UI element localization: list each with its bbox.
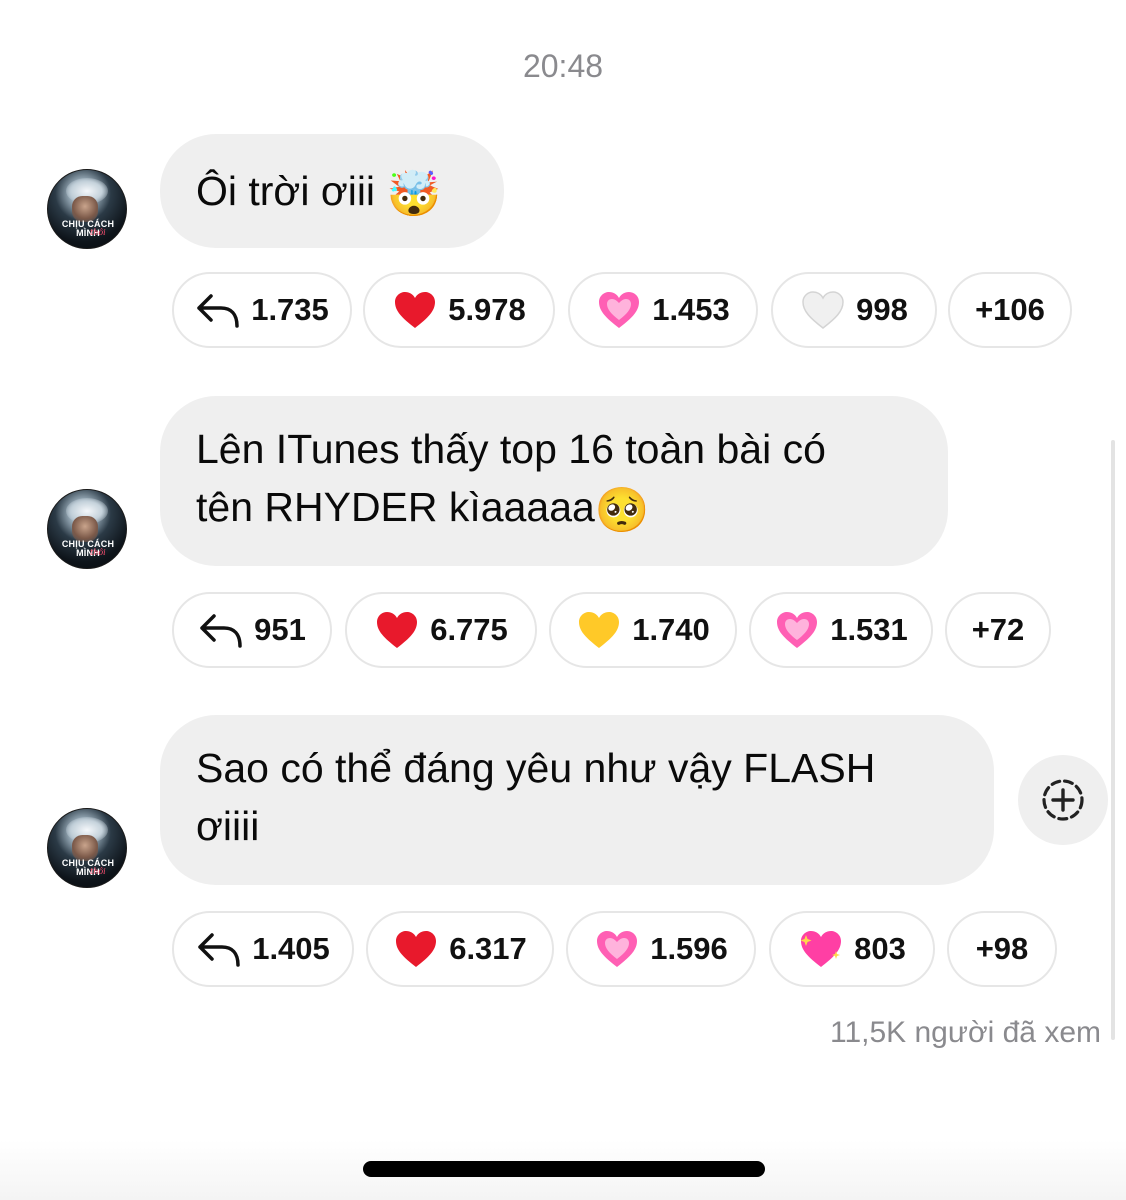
exploding-head-emoji: 🤯: [386, 170, 442, 219]
avatar-script: thôi: [90, 867, 106, 876]
reaction-pill[interactable]: 6.317: [366, 911, 554, 987]
scrollbar[interactable]: [1111, 440, 1115, 1040]
avatar-script: thôi: [90, 548, 106, 557]
pink-heart-icon: [774, 610, 820, 650]
reaction-pill[interactable]: 6.775: [345, 592, 537, 668]
pink-heart-icon: [596, 290, 642, 330]
message-text-line: ơiiii: [196, 803, 260, 849]
message-bubble[interactable]: Lên ITunes thấy top 16 toàn bài có tên R…: [160, 396, 948, 566]
reaction-pill[interactable]: 1.596: [566, 911, 756, 987]
message-text-line: Sao có thể đáng yêu như vậy FLASH: [196, 745, 876, 791]
reply-count-pill[interactable]: 951: [172, 592, 332, 668]
yellow-heart-icon: [576, 610, 622, 650]
white-heart-icon: [800, 290, 846, 330]
red-heart-icon: [393, 929, 439, 969]
seen-count: 11,5K người đã xem: [829, 1016, 1101, 1049]
sparkling-heart-icon: [798, 929, 844, 969]
avatar[interactable]: CHỊU CÁCH MÌNH thôi: [47, 169, 127, 249]
avatar-label: CHỊU CÁCH MÌNH: [61, 539, 115, 558]
timestamp: 20:48: [522, 48, 604, 84]
avatar[interactable]: CHỊU CÁCH MÌNH thôi: [47, 808, 127, 888]
reaction-pill[interactable]: 803: [769, 911, 935, 987]
reaction-pill[interactable]: 998: [771, 272, 937, 348]
reply-icon: [196, 929, 242, 969]
pleading-face-emoji: 🥺: [594, 486, 650, 535]
add-reaction-button[interactable]: [1018, 755, 1108, 845]
thread-view: 20:48 CHỊU CÁCH MÌNH thôi Ôi trời ơiii 🤯 …: [0, 0, 1126, 1200]
red-heart-icon: [374, 610, 420, 650]
home-indicator[interactable]: [363, 1161, 765, 1177]
reaction-pill[interactable]: 1.531: [749, 592, 933, 668]
message-text-line: tên RHYDER kìaaaaa: [196, 484, 595, 530]
avatar-script: thôi: [90, 228, 106, 237]
reaction-pill[interactable]: 1.453: [568, 272, 758, 348]
red-heart-icon: [392, 290, 438, 330]
message-bubble[interactable]: Ôi trời ơiii 🤯: [160, 134, 504, 248]
avatar[interactable]: CHỊU CÁCH MÌNH thôi: [47, 489, 127, 569]
message-bubble[interactable]: Sao có thể đáng yêu như vậy FLASH ơiiii: [160, 715, 994, 885]
more-reactions-pill[interactable]: +98: [947, 911, 1057, 987]
reply-count-pill[interactable]: 1.405: [172, 911, 354, 987]
reaction-pill[interactable]: 1.740: [549, 592, 737, 668]
more-reactions-pill[interactable]: +72: [945, 592, 1051, 668]
reaction-pill[interactable]: 5.978: [363, 272, 555, 348]
reply-icon: [198, 610, 244, 650]
more-reactions-pill[interactable]: +106: [948, 272, 1072, 348]
avatar-label: CHỊU CÁCH MÌNH: [61, 858, 115, 877]
message-text: Ôi trời ơiii: [196, 168, 376, 214]
message-text-line: Lên ITunes thấy top 16 toàn bài có: [196, 426, 826, 472]
avatar-label: CHỊU CÁCH MÌNH: [61, 219, 115, 238]
add-reaction-icon: [1042, 779, 1084, 821]
pink-heart-icon: [594, 929, 640, 969]
reply-icon: [195, 290, 241, 330]
reply-count-pill[interactable]: 1.735: [172, 272, 352, 348]
